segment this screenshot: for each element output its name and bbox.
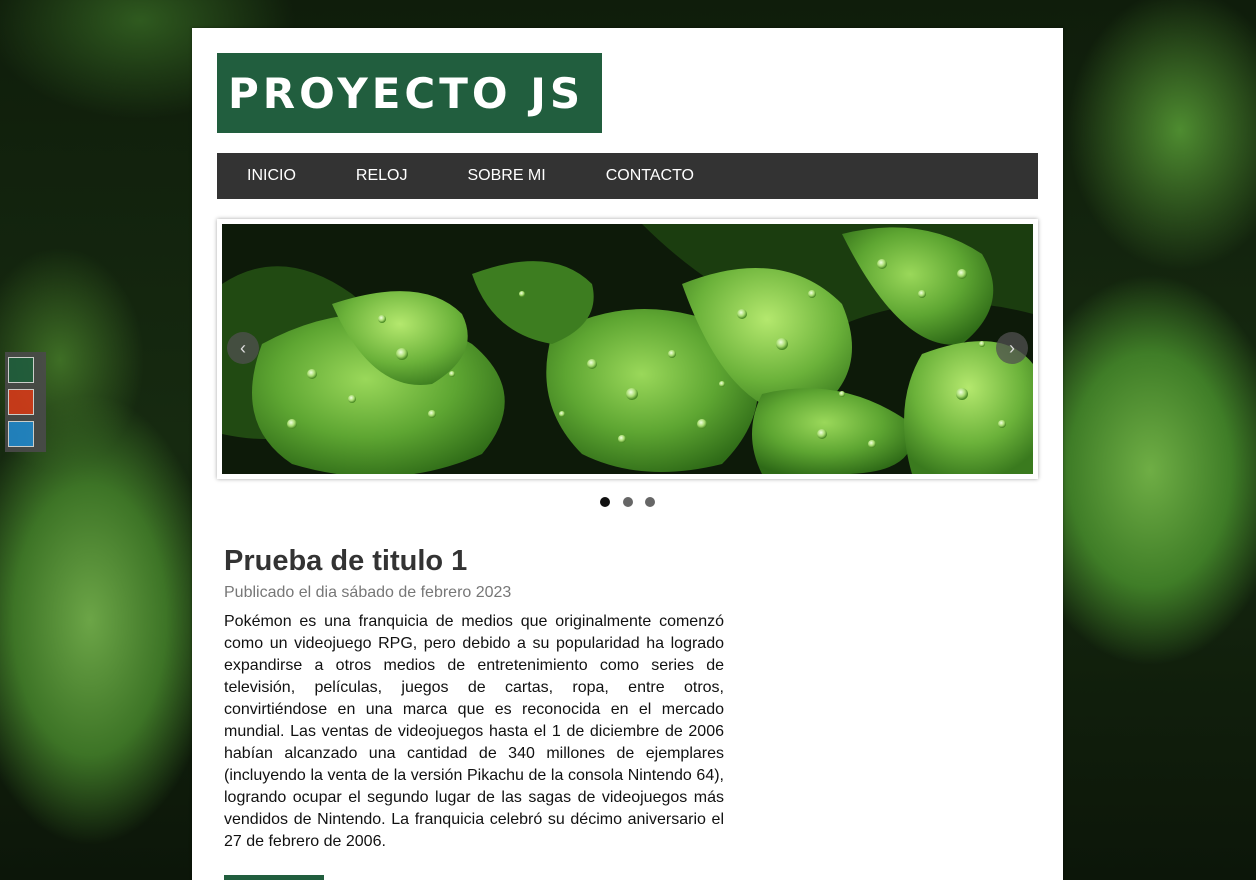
slider-next-button[interactable]: › xyxy=(996,332,1028,364)
article: Prueba de titulo 1 Publicado el dia sába… xyxy=(224,543,724,869)
article-title: Prueba de titulo 1 xyxy=(224,545,468,577)
theme-red-swatch[interactable] xyxy=(8,389,34,415)
slider-prev-button[interactable]: ‹ xyxy=(227,332,259,364)
article-body: Pokémon es una franquicia de medios que … xyxy=(224,613,724,850)
page-container: PROYECTO JS INICIO RELOJ SOBRE MI CONTAC… xyxy=(192,28,1063,880)
theme-switcher xyxy=(5,352,46,452)
read-more-button[interactable] xyxy=(224,875,324,880)
site-logo[interactable]: PROYECTO JS xyxy=(217,53,602,133)
theme-blue-swatch[interactable] xyxy=(8,421,34,447)
slider-pager xyxy=(192,494,1063,507)
menu-item-contacto[interactable]: CONTACTO xyxy=(576,153,724,199)
slider-dot-3[interactable] xyxy=(644,497,655,507)
slide-image xyxy=(222,224,1033,474)
site-title: PROYECTO JS xyxy=(228,68,585,118)
slider-dot-2[interactable] xyxy=(622,497,633,507)
main-menu: INICIO RELOJ SOBRE MI CONTACTO xyxy=(217,153,1038,199)
theme-green-swatch[interactable] xyxy=(8,357,34,383)
slider-dot-1[interactable] xyxy=(600,497,611,507)
menu-item-inicio[interactable]: INICIO xyxy=(217,153,326,199)
image-slider: ‹ › xyxy=(217,219,1038,479)
article-meta: Publicado el dia sábado de febrero 2023 xyxy=(224,584,512,601)
menu-item-sobre-mi[interactable]: SOBRE MI xyxy=(437,153,575,199)
chevron-left-icon: ‹ xyxy=(240,338,246,358)
chevron-right-icon: › xyxy=(1009,338,1015,358)
menu-item-reloj[interactable]: RELOJ xyxy=(326,153,438,199)
